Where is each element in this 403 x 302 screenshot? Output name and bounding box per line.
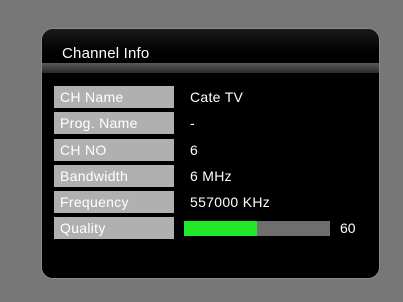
row-quality: Quality 60 (54, 217, 374, 239)
frequency-value: 557000 KHz (190, 194, 271, 210)
prog-name-value: - (190, 115, 195, 131)
bandwidth-label: Bandwidth (54, 165, 174, 187)
prog-name-label: Prog. Name (54, 112, 174, 134)
frequency-label: Frequency (54, 191, 174, 213)
quality-label: Quality (54, 217, 174, 239)
row-ch-no: CH NO 6 (54, 139, 374, 161)
panel-divider (42, 63, 379, 73)
ch-no-value: 6 (190, 142, 199, 158)
row-bandwidth: Bandwidth 6 MHz (54, 165, 374, 187)
panel-title: Channel Info (62, 45, 150, 62)
quality-bar (184, 221, 330, 236)
ch-no-label: CH NO (54, 139, 174, 161)
ch-name-value: Cate TV (190, 89, 244, 105)
panel-header: Channel Info (42, 29, 379, 63)
quality-value: 60 (340, 220, 356, 236)
row-prog-name: Prog. Name - (54, 112, 374, 134)
row-ch-name: CH Name Cate TV (54, 86, 374, 108)
quality-bar-fill (184, 221, 257, 236)
channel-info-list: CH Name Cate TV Prog. Name - CH NO 6 Ban… (42, 73, 379, 278)
bandwidth-value: 6 MHz (190, 168, 232, 184)
ch-name-label: CH Name (54, 86, 174, 108)
row-frequency: Frequency 557000 KHz (54, 191, 374, 213)
channel-info-panel: Channel Info CH Name Cate TV Prog. Name … (41, 28, 380, 279)
